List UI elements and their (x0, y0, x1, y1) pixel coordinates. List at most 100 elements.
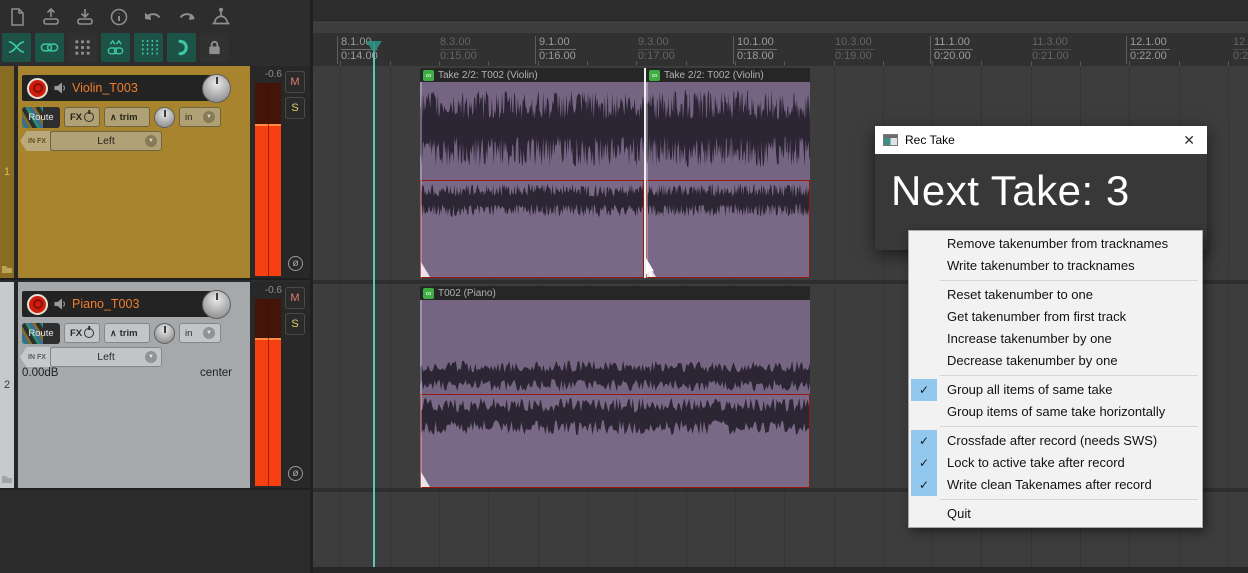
volume-value[interactable]: 0.00dB (22, 367, 58, 379)
track-name-row[interactable]: Violin_T003 (22, 75, 222, 101)
take-lane-1[interactable] (420, 82, 644, 180)
media-item-header[interactable]: ∞ Take 2/2: T002 (Violin) (420, 68, 644, 82)
take-lane-1[interactable] (420, 300, 810, 394)
redo-icon[interactable] (172, 3, 202, 31)
menu-item[interactable]: ✓ Write takenumber to tracknames (909, 255, 1202, 277)
take-lane-1[interactable] (646, 82, 810, 180)
fx-button[interactable]: FX (64, 323, 100, 343)
record-arm-button[interactable] (27, 294, 48, 315)
pan-knob[interactable] (154, 323, 175, 344)
phase-button[interactable]: ø (288, 466, 303, 481)
track-panel-piano[interactable]: 2 Piano_T003 Route FX ∧trim in▼ IN FX Le… (0, 282, 310, 490)
mute-button[interactable]: M (285, 287, 305, 309)
rec-take-context-menu: ✓ Remove takenumber from tracknames ✓ Wr… (908, 230, 1203, 528)
waveform (420, 360, 810, 392)
close-icon[interactable]: ✕ (1179, 132, 1199, 149)
route-button[interactable]: Route (22, 323, 60, 344)
fx-power-icon[interactable] (84, 328, 94, 338)
fx-power-icon[interactable] (84, 112, 94, 122)
track-number-strip[interactable]: 1 (0, 66, 18, 278)
trim-envelope-button[interactable]: ∧trim (104, 323, 150, 343)
menu-item[interactable]: ✓ Get takenumber from first track (909, 306, 1202, 328)
lock-icon[interactable] (200, 33, 229, 62)
media-item-body[interactable] (420, 300, 810, 488)
track-name[interactable]: Violin_T003 (72, 81, 138, 95)
menu-item[interactable]: ✓ Reset takenumber to one (909, 284, 1202, 306)
ruler-mark: 10.3.00 0:19.00 (835, 36, 875, 63)
channel-selector[interactable]: Left▼ (50, 131, 162, 151)
menu-item[interactable]: ✓ Increase takenumber by one (909, 328, 1202, 350)
menu-item[interactable]: ✓ Lock to active take after record (909, 452, 1202, 474)
input-fx-tag[interactable]: IN FX (20, 347, 50, 367)
route-button[interactable]: Route (22, 107, 60, 128)
volume-knob[interactable] (202, 74, 231, 103)
media-item-header[interactable]: ∞ Take 2/2: T002 (Violin) (646, 68, 810, 82)
record-arm-button[interactable] (27, 78, 48, 99)
menu-item[interactable]: ✓ Remove takenumber from tracknames (909, 233, 1202, 255)
pan-knob[interactable] (154, 107, 175, 128)
window-title: Rec Take (905, 133, 1172, 147)
trim-envelope-button[interactable]: ∧trim (104, 107, 150, 127)
take-lane-2-active[interactable] (646, 180, 810, 278)
grid-dots-icon[interactable] (68, 33, 97, 62)
pan-value[interactable]: center (200, 367, 232, 379)
ruler-mark: 12.1.00 0:22.00 (1130, 36, 1170, 63)
media-item-body[interactable] (420, 82, 644, 278)
grid-line (390, 66, 391, 573)
media-item-header[interactable]: ∞ T002 (Piano) (420, 286, 810, 300)
take-lane-2-active[interactable] (420, 394, 810, 488)
input-fx-row: IN FX Left▼ (20, 347, 162, 367)
envelope-link-icon[interactable] (35, 33, 64, 62)
window-titlebar[interactable]: Rec Take ✕ (875, 126, 1207, 154)
save-project-icon[interactable] (70, 3, 100, 31)
peak-readout[interactable]: -0.6 (250, 285, 282, 296)
menu-item[interactable]: ✓ Decrease takenumber by one (909, 350, 1202, 372)
media-item-violin-take-b[interactable]: ∞ Take 2/2: T002 (Violin) (646, 68, 810, 278)
snap-grid-icon[interactable] (134, 33, 163, 62)
edit-cursor-marker-icon[interactable] (366, 41, 382, 53)
take-lane-2-active[interactable] (420, 180, 644, 278)
metronome-icon[interactable] (206, 3, 236, 31)
edit-cursor[interactable] (373, 42, 375, 567)
grid-line (1228, 66, 1229, 573)
peak-readout[interactable]: -0.6 (250, 69, 282, 80)
speaker-icon (53, 81, 67, 95)
media-item-piano[interactable]: ∞ T002 (Piano) (420, 286, 810, 488)
media-item-label: Take 2/2: T002 (Violin) (664, 70, 764, 81)
track-name[interactable]: Piano_T003 (72, 297, 139, 311)
track-controls-row: Route FX ∧trim in▼ (22, 106, 221, 128)
open-project-icon[interactable] (36, 3, 66, 31)
solo-button[interactable]: S (285, 97, 305, 119)
auto-crossfade-icon[interactable] (2, 33, 31, 62)
grid-line (340, 66, 341, 573)
media-item-label: T002 (Piano) (438, 288, 496, 299)
timeline-ruler[interactable]: 8.1.00 0:14.00 8.3.00 0:15.00 9.1.00 0:1… (313, 33, 1248, 67)
project-settings-icon[interactable] (104, 3, 134, 31)
media-item-body[interactable] (646, 82, 810, 278)
menu-item[interactable]: ✓ Write clean Takenames after record (909, 474, 1202, 496)
loop-icon[interactable] (167, 33, 196, 62)
phase-button[interactable]: ø (288, 256, 303, 271)
mute-button[interactable]: M (285, 71, 305, 93)
volume-knob[interactable] (202, 290, 231, 319)
checkmark-icon: ✓ (911, 430, 937, 452)
menu-item[interactable]: ✓ Crossfade after record (needs SWS) (909, 430, 1202, 452)
undo-icon[interactable] (138, 3, 168, 31)
menu-item[interactable]: ✓ Group all items of same take (909, 379, 1202, 401)
menu-item[interactable]: ✓ Group items of same take horizontally (909, 401, 1202, 423)
item-grouping-icon[interactable] (101, 33, 130, 62)
new-project-icon[interactable] (2, 3, 32, 31)
solo-button[interactable]: S (285, 313, 305, 335)
track-number: 2 (4, 379, 10, 391)
input-selector[interactable]: in▼ (179, 323, 221, 343)
ruler-mark: 11.1.00 0:20.00 (934, 36, 973, 63)
input-fx-tag[interactable]: IN FX (20, 131, 50, 151)
fx-button[interactable]: FX (64, 107, 100, 127)
channel-selector[interactable]: Left▼ (50, 347, 162, 367)
menu-item[interactable]: ✓ Quit (909, 503, 1202, 525)
track-panel-violin[interactable]: 1 Violin_T003 Route FX ∧trim in▼ IN FX L… (0, 66, 310, 280)
track-name-row[interactable]: Piano_T003 (22, 291, 222, 317)
input-selector[interactable]: in▼ (179, 107, 221, 127)
track-number-strip[interactable]: 2 (0, 282, 18, 488)
media-item-violin-take-a[interactable]: ∞ Take 2/2: T002 (Violin) (420, 68, 644, 278)
